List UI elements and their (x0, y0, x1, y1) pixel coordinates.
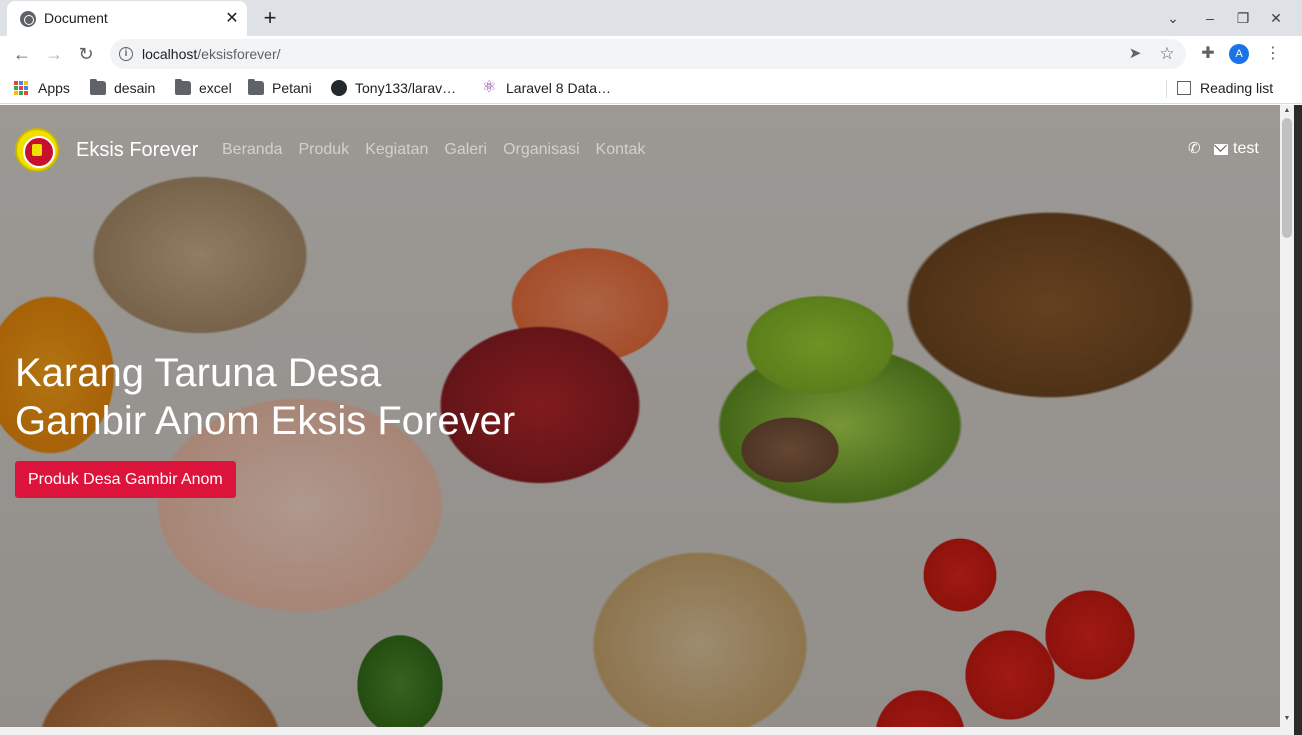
bookmark-desain[interactable]: desain (90, 78, 155, 98)
bookmark-label: desain (114, 80, 156, 96)
bookmarks-divider (1166, 80, 1167, 98)
bookmark-github[interactable]: Tony133/larav… (331, 78, 456, 98)
reading-list-button[interactable]: Reading list (1177, 78, 1273, 98)
tab-document[interactable]: Document ✕ (7, 1, 247, 36)
nav-item-beranda[interactable]: Beranda (222, 141, 283, 159)
mail-link[interactable]: test (1214, 140, 1259, 158)
github-icon (331, 80, 347, 96)
hero-title-line1: Karang Taruna Desa (15, 351, 382, 395)
horizontal-scrollbar[interactable] (0, 727, 1294, 735)
window-close-button[interactable]: ✕ (1265, 7, 1287, 29)
nav-item-kegiatan[interactable]: Kegiatan (365, 141, 428, 159)
address-bar[interactable]: i localhost/eksisforever/ ➤ ☆ (110, 39, 1186, 69)
back-button[interactable]: ← (10, 42, 34, 66)
tab-search-icon[interactable]: ⌄ (1162, 7, 1184, 29)
scroll-down-icon[interactable]: ▼ (1283, 715, 1291, 723)
send-icon[interactable]: ➤ (1125, 44, 1145, 64)
close-icon[interactable]: ✕ (221, 8, 243, 30)
globe-icon (20, 11, 36, 27)
envelope-icon (1214, 143, 1228, 155)
folder-icon (248, 79, 264, 95)
page-viewport: Eksis Forever Beranda Produk Kegiatan Ga… (0, 105, 1280, 727)
bookmark-laravel[interactable]: ⚛ Laravel 8 Data… (482, 78, 611, 98)
scrollbar-thumb[interactable] (1282, 118, 1292, 238)
site-navbar: Eksis Forever Beranda Produk Kegiatan Ga… (0, 105, 1280, 195)
bookmark-label: Tony133/larav… (355, 80, 457, 96)
vertical-scrollbar[interactable]: ▲ ▼ (1280, 105, 1294, 727)
contact-label: test (1233, 140, 1259, 157)
url-host: localhost (142, 46, 198, 62)
forward-button[interactable]: → (42, 42, 66, 66)
restore-button[interactable]: ❐ (1232, 7, 1254, 29)
bookmark-petani[interactable]: Petani (248, 78, 312, 98)
nav-item-organisasi[interactable]: Organisasi (503, 141, 579, 159)
star-icon[interactable]: ☆ (1157, 44, 1177, 64)
window-edge (1294, 105, 1302, 735)
profile-avatar[interactable]: A (1229, 44, 1249, 64)
site-brand[interactable]: Eksis Forever (76, 139, 198, 162)
reload-button[interactable]: ↻ (74, 42, 98, 66)
extensions-icon[interactable]: ✚ (1197, 43, 1219, 65)
tab-strip: Document ✕ + ⌄ – ❐ ✕ (0, 0, 1302, 36)
minimize-button[interactable]: – (1199, 7, 1221, 29)
menu-icon[interactable]: ⋮ (1262, 43, 1284, 65)
new-tab-button[interactable]: + (258, 6, 282, 30)
site-logo[interactable] (15, 128, 59, 172)
react-icon: ⚛ (482, 79, 497, 96)
bookmarks-bar: Apps desain excel Petani Tony133/larav… … (0, 72, 1302, 104)
tab-title: Document (44, 10, 108, 26)
hero-title: Karang Taruna Desa Gambir Anom Eksis For… (15, 349, 515, 445)
browser-window: Document ✕ + ⌄ – ❐ ✕ ← → ↻ i localhost/e… (0, 0, 1302, 735)
reading-list-label: Reading list (1200, 80, 1274, 96)
bookmark-label: Laravel 8 Data… (506, 80, 612, 96)
apps-grid-icon (14, 81, 28, 95)
scroll-up-icon[interactable]: ▲ (1283, 107, 1291, 115)
phone-icon[interactable]: ✆ (1188, 141, 1204, 157)
browser-toolbar: ← → ↻ i localhost/eksisforever/ ➤ ☆ ✚ A … (0, 36, 1302, 72)
url-text[interactable]: localhost/eksisforever/ (142, 46, 281, 62)
bookmark-apps[interactable]: Apps (14, 78, 70, 98)
nav-item-kontak[interactable]: Kontak (596, 141, 646, 159)
hero-title-line2: Gambir Anom Eksis Forever (15, 399, 516, 443)
nav-contact: ✆ test (1188, 140, 1259, 158)
folder-icon (175, 79, 191, 95)
folder-icon (90, 79, 106, 95)
url-path: /eksisforever/ (197, 46, 281, 62)
reading-list-icon (1177, 81, 1191, 95)
bookmark-label: Apps (38, 80, 70, 96)
nav-item-produk[interactable]: Produk (299, 141, 350, 159)
info-icon[interactable]: i (119, 47, 133, 61)
bookmark-label: excel (199, 80, 232, 96)
cta-button[interactable]: Produk Desa Gambir Anom (15, 461, 236, 498)
nav-item-galeri[interactable]: Galeri (444, 141, 487, 159)
bookmark-label: Petani (272, 80, 312, 96)
nav-links: Beranda Produk Kegiatan Galeri Organisas… (222, 141, 645, 159)
bookmark-excel[interactable]: excel (175, 78, 232, 98)
